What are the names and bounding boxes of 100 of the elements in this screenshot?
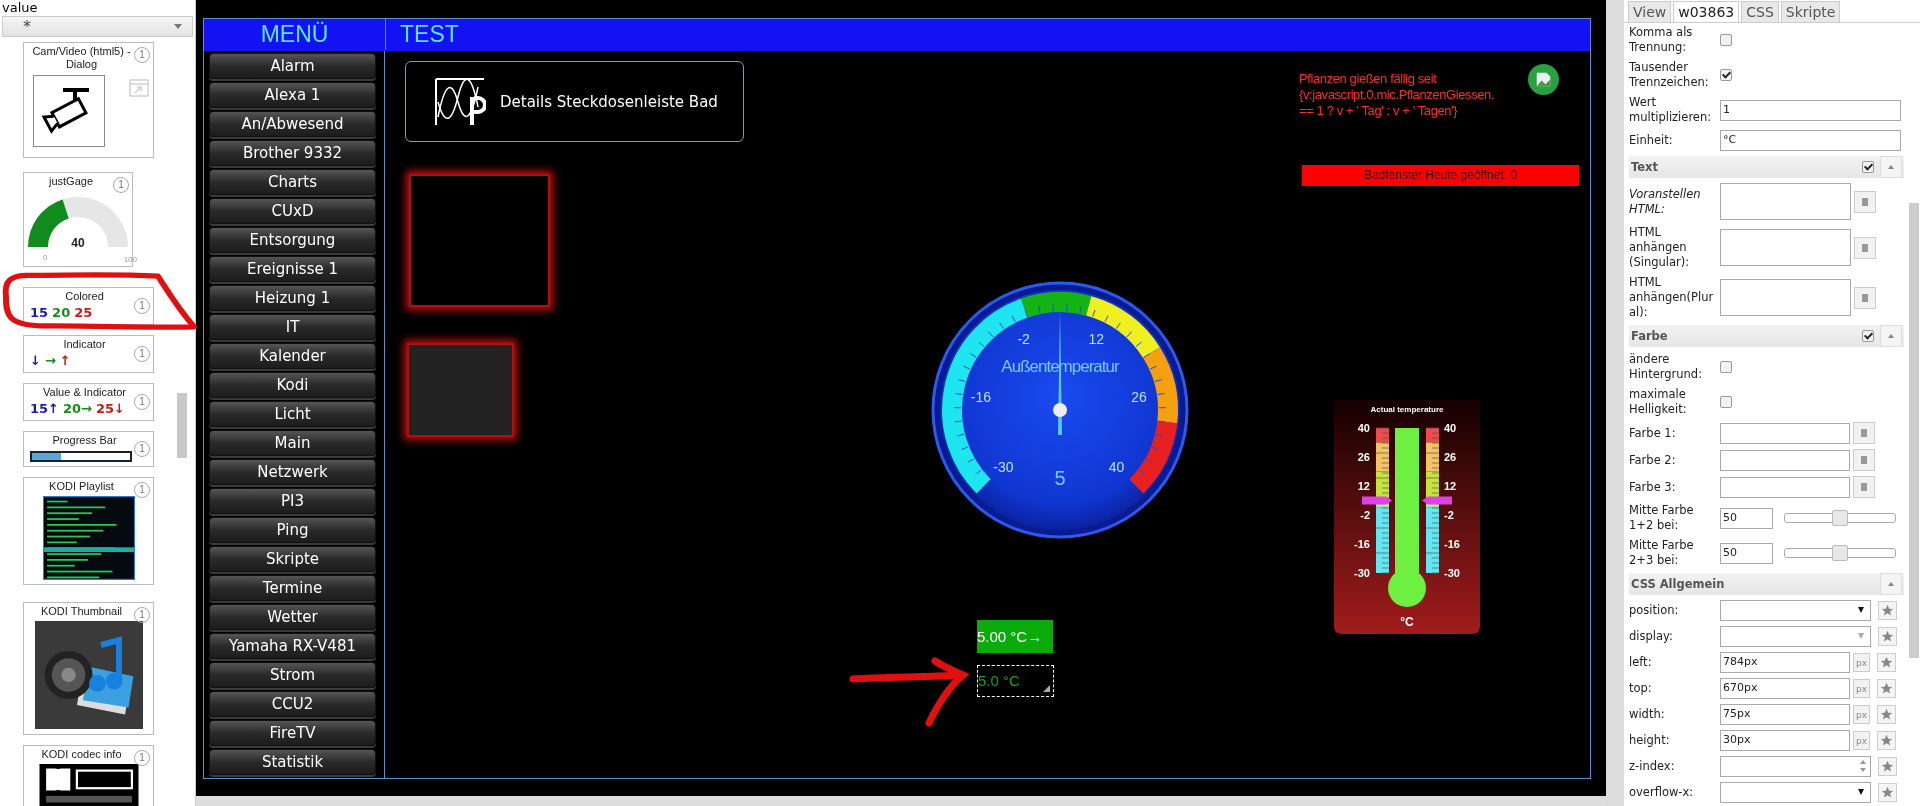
field-label: overflow-x: [1629,785,1695,800]
value-indicator: 5.00 °C→ [977,620,1053,653]
scale-label: -16 [1444,538,1460,550]
menu-button[interactable]: Kodi [209,372,376,398]
widget-title: Colored [65,290,104,303]
widget-title: KODI Playlist [49,480,114,493]
menu-button[interactable]: Entsorgung [209,227,376,253]
selected-widget[interactable]: 5.0 °C [977,665,1054,697]
menu-button[interactable]: CCU2 [209,691,376,717]
sample-value: 15↑ [30,402,59,416]
tab[interactable]: Skripte [1780,1,1841,22]
gauge-value: 40 [70,236,86,250]
menu-button[interactable]: Licht [209,401,376,427]
gauge-tick-label: 26 [1131,389,1147,406]
section-header[interactable]: Farbe [1629,325,1904,347]
field-label: Voranstellen HTML: [1629,186,1702,217]
color-field[interactable] [1720,422,1850,444]
menu-button[interactable]: Main [209,430,376,456]
section-header[interactable]: Text [1629,156,1904,178]
popout-icon[interactable] [129,79,149,97]
sample-value: 20 [52,306,71,320]
menu-button[interactable]: Ping [209,517,376,543]
tab[interactable]: w03863 [1673,1,1740,22]
slider[interactable] [1784,548,1896,558]
menu-button[interactable]: Netzwerk [209,459,376,485]
color-field[interactable] [1720,449,1850,471]
menu-button[interactable]: Brother 9332 [209,140,376,166]
widget-card[interactable]: Value & Indicator 15↑ 20→ 25↓ 1 [23,383,154,421]
scrollbar[interactable] [196,796,1606,806]
slider[interactable] [1784,513,1896,523]
menu-button[interactable]: Alarm [209,53,376,79]
color-field[interactable] [1720,476,1850,498]
details-button[interactable]: Details Steckdosenleiste Bad [405,61,744,142]
collapse-button[interactable] [1880,325,1902,347]
picker-button[interactable] [1853,449,1875,471]
spinner-icon[interactable] [1859,758,1867,774]
widget-card[interactable]: Cam/Video (html5) - Dialog 1 [23,42,154,158]
select-field[interactable] [1720,782,1871,803]
field-label: display: [1629,629,1674,644]
checkbox[interactable] [1862,161,1874,173]
menu-button[interactable]: Yamaha RX-V481 [209,633,376,659]
widget-card[interactable]: KODI codec info 1 [23,745,154,806]
menu-button[interactable]: CUxD [209,198,376,224]
number-field[interactable] [1720,756,1871,777]
widget-card[interactable]: KODI Thumbnail 1 [23,602,154,735]
picker-button[interactable] [1853,476,1875,498]
field-label: Tausender Trennzeichen: [1629,60,1710,90]
scrollbar-thumb[interactable] [177,393,187,458]
checkbox[interactable] [1862,330,1874,342]
collapse-button[interactable] [1880,573,1902,595]
scale-label: 26 [1444,451,1457,463]
menu-button[interactable]: FireTV [209,720,376,746]
scale-label: -30 [1444,567,1460,579]
input-field[interactable]: 50 [1720,507,1773,529]
checkbox[interactable] [1720,34,1732,46]
menu-button[interactable]: Ereignisse 1 [209,256,376,282]
text-area[interactable] [1720,279,1851,316]
filter-dropdown[interactable]: * [2,16,193,37]
text-area[interactable] [1720,183,1851,220]
input-field[interactable]: 50 [1720,542,1773,564]
checkbox[interactable] [1720,69,1732,81]
menu-button[interactable]: Termine [209,575,376,601]
menu-button[interactable]: Skripte [209,546,376,572]
menu-button[interactable]: IT [209,314,376,340]
menu-button[interactable]: Alexa 1 [209,82,376,108]
menu-button[interactable]: PI3 [209,488,376,514]
tab[interactable]: View [1628,1,1672,22]
menu-button[interactable]: Kalender [209,343,376,369]
menu-button[interactable]: Charts [209,169,376,195]
menu-button[interactable]: An/Abwesend [209,111,376,137]
input-field[interactable]: 30px [1720,730,1850,751]
resize-handle-icon[interactable] [1043,685,1050,692]
widget-card[interactable]: Progress Bar 1 [23,431,154,467]
text-area[interactable] [1720,229,1851,266]
scale-label: -16 [1354,538,1370,550]
collapse-button[interactable] [1880,156,1902,178]
select-field[interactable] [1720,626,1871,647]
widget-card[interactable]: Indicator ↓ → ↑ 1 [23,335,154,373]
tab[interactable]: CSS [1741,1,1779,22]
checkbox[interactable] [1720,361,1732,373]
scrollbar-thumb[interactable] [1909,203,1919,658]
menu-button[interactable]: Statistik [209,749,376,775]
menu-button[interactable]: Wetter [209,604,376,630]
input-field[interactable]: 670px [1720,678,1850,699]
picker-button[interactable] [1854,190,1876,213]
section-header[interactable]: CSS Allgemein [1629,573,1904,595]
select-field[interactable] [1720,600,1871,621]
input-field[interactable]: 75px [1720,704,1850,725]
menu-button[interactable]: Heizung 1 [209,285,376,311]
camera-icon [33,75,105,147]
input-field[interactable]: 1 [1720,99,1901,121]
picker-button[interactable] [1853,422,1875,444]
input-field[interactable]: °C [1720,130,1901,151]
picker-button[interactable] [1854,286,1876,309]
widget-card[interactable]: Colored 15 20 25 1 [23,287,154,325]
checkbox[interactable] [1720,396,1732,408]
picker-button[interactable] [1854,236,1876,259]
input-field[interactable]: 784px [1720,652,1850,673]
widget-card[interactable]: KODI Playlist 1 [23,477,154,585]
menu-button[interactable]: Strom [209,662,376,688]
